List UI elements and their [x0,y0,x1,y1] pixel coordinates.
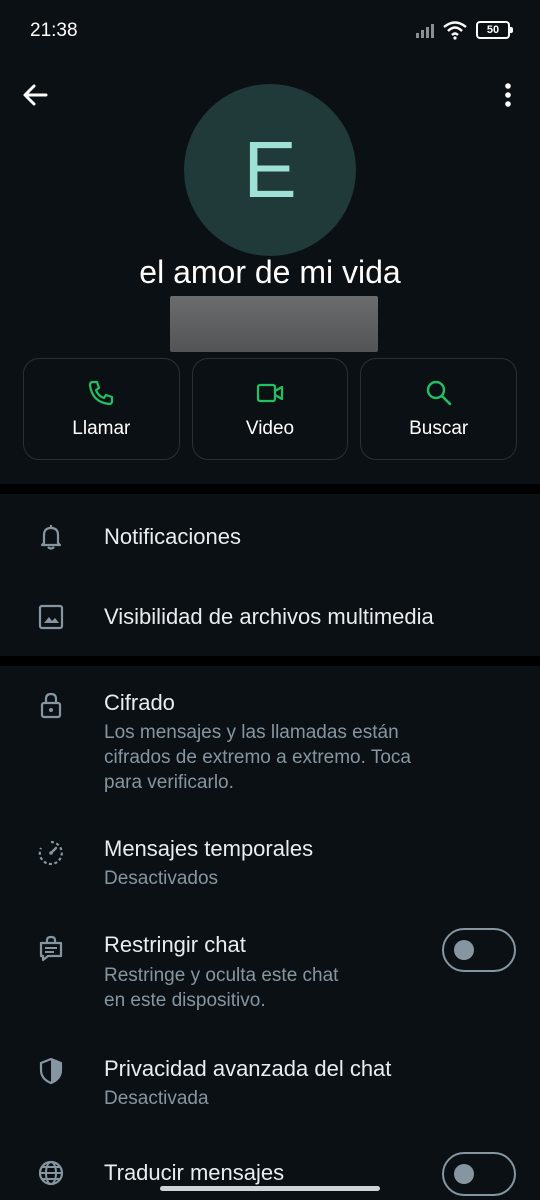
bell-icon [36,522,66,552]
shield-icon [36,1056,66,1086]
battery-icon: 50 [476,21,513,39]
advanced-privacy-subtitle: Desactivada [104,1088,209,1109]
status-bar: 21:38 50 [0,0,540,64]
divider [0,656,540,666]
notifications-title: Notificaciones [104,524,241,549]
translate-messages-title: Traducir mensajes [104,1160,285,1185]
image-icon [36,602,66,632]
media-visibility-title: Visibilidad de archivos multimedia [104,604,434,629]
status-time: 21:38 [30,20,78,41]
search-icon [426,380,451,406]
signal-icon [416,22,434,38]
home-indicator[interactable] [160,1186,380,1191]
encryption-row[interactable]: Cifrado Los mensajes y las llamadas está… [0,666,540,806]
disappearing-messages-title: Mensajes temporales [104,836,314,861]
encryption-subtitle-line-1: Los mensajes y las llamadas están [104,722,399,743]
avatar[interactable]: E [184,84,356,256]
more-options-icon[interactable] [496,80,520,110]
video-label: Video [245,418,295,439]
advanced-privacy-title: Privacidad avanzada del chat [104,1056,392,1081]
redacted-phone-number [170,296,378,352]
privacy-section: Cifrado Los mensajes y las llamadas está… [0,666,540,1200]
timer-icon [36,838,66,868]
advanced-privacy-row[interactable]: Privacidad avanzada del chat Desactivada [0,1036,540,1126]
notifications-row[interactable]: Notificaciones [0,494,540,576]
search-button[interactable]: Buscar [360,358,518,460]
divider [0,484,540,494]
action-buttons: Llamar Video Buscar [23,358,518,460]
restrict-chat-subtitle-line-1: Restringe y oculta este chat [104,965,339,986]
disappearing-messages-row[interactable]: Mensajes temporales Desactivados [0,816,540,906]
contact-header: E el amor de mi vida Llamar Video Buscar [0,64,540,484]
video-icon [256,383,284,403]
wifi-icon [443,21,467,40]
video-button[interactable]: Video [191,358,349,460]
disappearing-messages-subtitle: Desactivados [104,868,219,889]
translate-messages-toggle[interactable] [442,1152,516,1196]
contact-name: el amor de mi vida [139,254,401,290]
avatar-initial: E [243,125,297,214]
restrict-chat-row[interactable]: Restringir chat Restringe y oculta este … [0,916,540,1026]
translate-messages-row[interactable]: Traducir mensajes [0,1146,540,1200]
encryption-title: Cifrado [104,690,175,715]
restrict-chat-toggle[interactable] [442,928,516,972]
notification-section: Notificaciones Visibilidad de archivos m… [0,494,540,656]
status-icons: 50 [416,20,513,40]
phone-icon [89,380,114,406]
lock-icon [36,690,66,720]
media-visibility-row[interactable]: Visibilidad de archivos multimedia [0,576,540,656]
search-label: Buscar [409,418,469,439]
battery-level: 50 [486,24,500,36]
call-label: Llamar [72,418,131,439]
chat-lock-icon [36,934,66,964]
encryption-subtitle-line-3: para verificarlo. [104,772,234,793]
globe-icon [36,1158,66,1188]
call-button[interactable]: Llamar [23,358,180,460]
encryption-subtitle-line-2: cifrados de extremo a extremo. Toca [104,747,411,768]
restrict-chat-title: Restringir chat [104,932,246,957]
back-arrow-icon[interactable] [20,80,50,110]
restrict-chat-subtitle-line-2: en este dispositivo. [104,990,266,1011]
